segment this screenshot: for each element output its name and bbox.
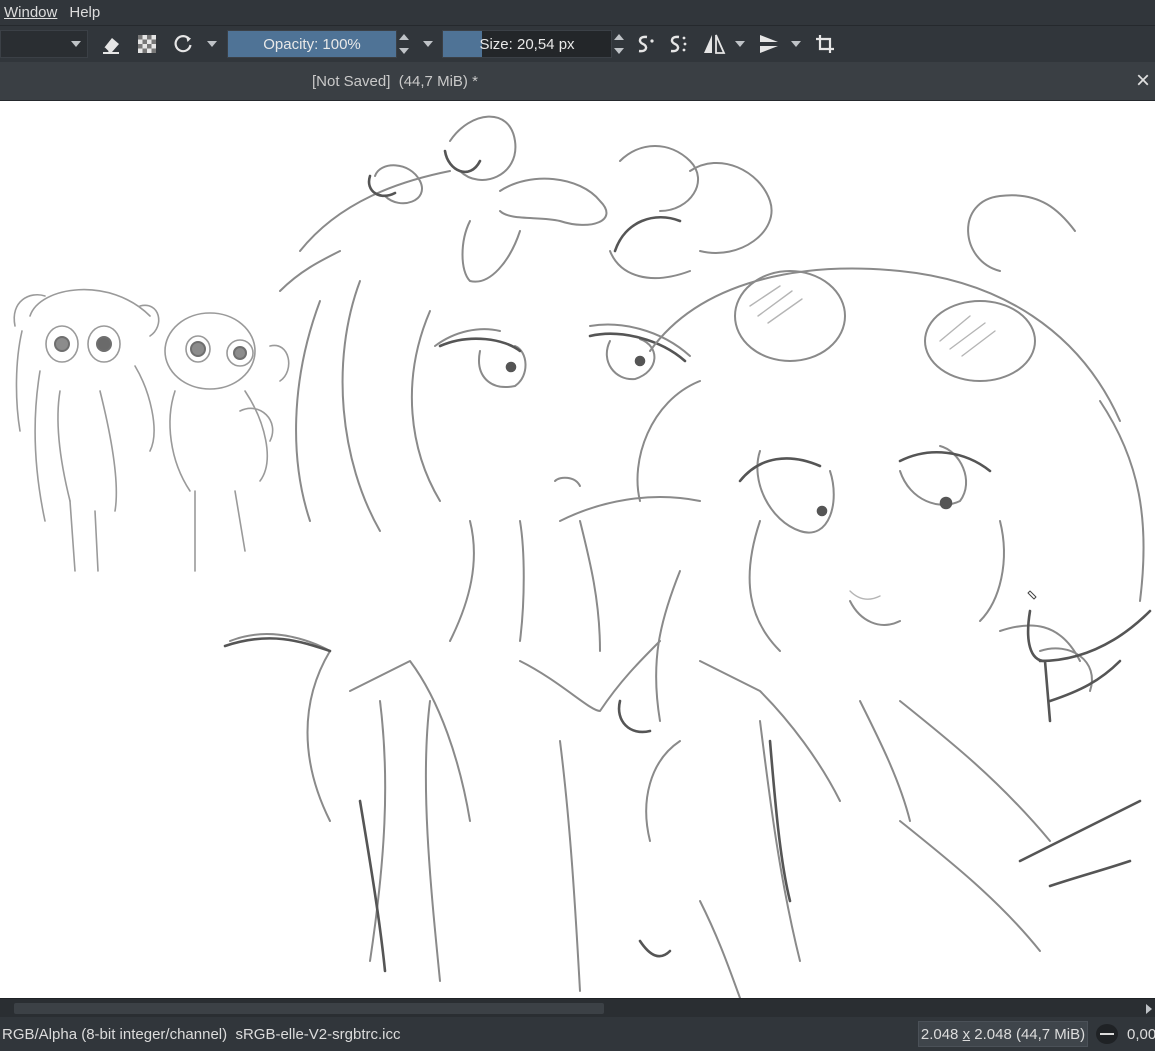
opacity-spinner[interactable]	[397, 30, 411, 58]
image-height-memory: 2.048 (44,7 MiB)	[974, 1025, 1086, 1043]
brush-toolbar: Opacity: 100% Size: 20,54 px	[0, 25, 1155, 62]
chibi-doodles	[13, 288, 290, 572]
size-fill	[443, 31, 482, 57]
document-tab-bar: [Not Saved] (44,7 MiB) * ×	[0, 62, 1155, 101]
chevron-down-icon[interactable]	[735, 41, 745, 47]
size-spinner[interactable]	[612, 30, 626, 58]
horizontal-scrollbar[interactable]	[0, 998, 1155, 1018]
image-width: 2.048	[920, 1025, 959, 1043]
alpha-lock-icon[interactable]	[134, 26, 160, 62]
figure-left-dark	[223, 149, 687, 973]
figure-left	[229, 115, 773, 992]
hatching	[749, 285, 996, 600]
drawing-canvas[interactable]	[0, 101, 1155, 998]
size-slider[interactable]: Size: 20,54 px	[442, 30, 612, 58]
status-bar: RGB/Alpha (8-bit integer/channel) sRGB-e…	[0, 1017, 1155, 1051]
mirror-horizontal-icon[interactable]	[700, 26, 728, 62]
wrap-around-icon[interactable]	[812, 26, 838, 62]
document-title[interactable]: [Not Saved] (44,7 MiB) *	[312, 73, 478, 90]
scroll-right-icon[interactable]	[1146, 1004, 1152, 1014]
stabilizer-icon[interactable]	[666, 26, 692, 62]
menu-window[interactable]: Window	[0, 4, 61, 21]
chevron-down-icon[interactable]	[207, 41, 217, 47]
mirror-vertical-icon[interactable]	[755, 26, 783, 62]
opacity-slider[interactable]: Opacity: 100%	[227, 30, 397, 58]
close-icon[interactable]: ×	[1131, 68, 1155, 94]
rotation-icon[interactable]	[1096, 1024, 1118, 1044]
rotation-value: 0,00	[1127, 1026, 1155, 1043]
color-profile-label[interactable]: RGB/Alpha (8-bit integer/channel) sRGB-e…	[2, 1026, 400, 1043]
chibi-eyes	[54, 336, 247, 360]
size-separator: x	[962, 1025, 971, 1043]
scrollbar-thumb[interactable]	[14, 1003, 604, 1014]
image-size-indicator[interactable]: 2.048 x 2.048 (44,7 MiB)	[918, 1021, 1088, 1047]
figure-right	[636, 194, 1145, 998]
chevron-down-icon[interactable]	[423, 41, 433, 47]
smoothing-icon[interactable]	[632, 26, 658, 62]
menu-help[interactable]: Help	[65, 4, 104, 21]
figure-right-dark	[617, 451, 1152, 958]
chevron-down-icon	[71, 41, 81, 47]
reset-icon[interactable]	[170, 26, 196, 62]
brush-cursor-icon	[1027, 590, 1037, 600]
sketch-artwork	[13, 115, 1152, 998]
blending-mode-combo[interactable]	[0, 30, 88, 58]
opacity-label: Opacity: 100%	[263, 35, 361, 53]
chevron-down-icon[interactable]	[791, 41, 801, 47]
eraser-icon[interactable]	[98, 26, 124, 62]
menu-bar: Window Help	[0, 0, 1155, 25]
size-label: Size: 20,54 px	[479, 35, 575, 53]
